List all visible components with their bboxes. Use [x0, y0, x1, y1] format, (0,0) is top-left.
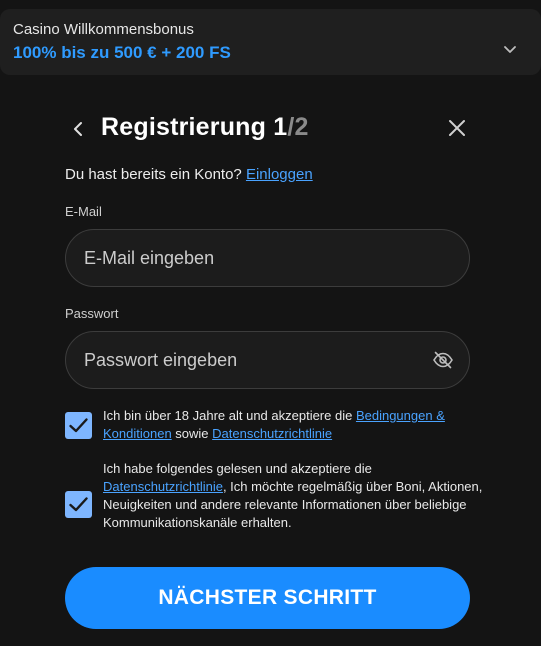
bonus-title: Casino Willkommensbonus	[13, 21, 194, 38]
marketing-consent-text: Ich habe folgendes gelesen und akzeptier…	[103, 460, 483, 532]
password-label: Passwort	[65, 306, 119, 321]
login-link[interactable]: Einloggen	[246, 166, 313, 183]
page-title: Registrierung 1/2	[101, 113, 309, 142]
eye-off-icon[interactable]	[432, 349, 454, 371]
next-step-button[interactable]: NÄCHSTER SCHRITT	[65, 567, 470, 629]
age-terms-text-before: Ich bin über 18 Jahre alt und akzeptiere…	[103, 408, 356, 423]
form-header: Registrierung 1/2	[0, 110, 541, 150]
privacy-link[interactable]: Datenschutzrichtlinie	[212, 426, 332, 441]
password-field[interactable]	[84, 332, 424, 388]
age-terms-text-middle: sowie	[171, 426, 213, 441]
login-prompt: Du hast bereits ein Konto? Einloggen	[65, 166, 313, 183]
login-prompt-text: Du hast bereits ein Konto?	[65, 166, 242, 183]
email-field-wrapper	[65, 229, 470, 287]
marketing-consent-checkbox[interactable]	[65, 491, 92, 518]
age-terms-text: Ich bin über 18 Jahre alt und akzeptiere…	[103, 407, 483, 443]
bonus-offer: 100% bis zu 500 € + 200 FS	[13, 43, 231, 62]
age-terms-checkbox[interactable]	[65, 412, 92, 439]
chevron-down-icon[interactable]	[502, 41, 518, 57]
marketing-text-before: Ich habe folgendes gelesen und akzeptier…	[103, 461, 372, 476]
password-field-wrapper	[65, 331, 470, 389]
marketing-privacy-link[interactable]: Datenschutzrichtlinie	[103, 479, 223, 494]
bonus-banner[interactable]: Casino Willkommensbonus 100% bis zu 500 …	[0, 9, 541, 75]
email-label: E-Mail	[65, 204, 102, 219]
checkmark-icon	[69, 497, 88, 512]
title-main: Registrierung 1	[101, 113, 288, 141]
title-step-total: /2	[287, 113, 309, 141]
chevron-left-icon[interactable]	[68, 118, 90, 140]
close-icon[interactable]	[445, 116, 469, 140]
email-field[interactable]	[84, 230, 424, 286]
checkmark-icon	[69, 418, 88, 433]
